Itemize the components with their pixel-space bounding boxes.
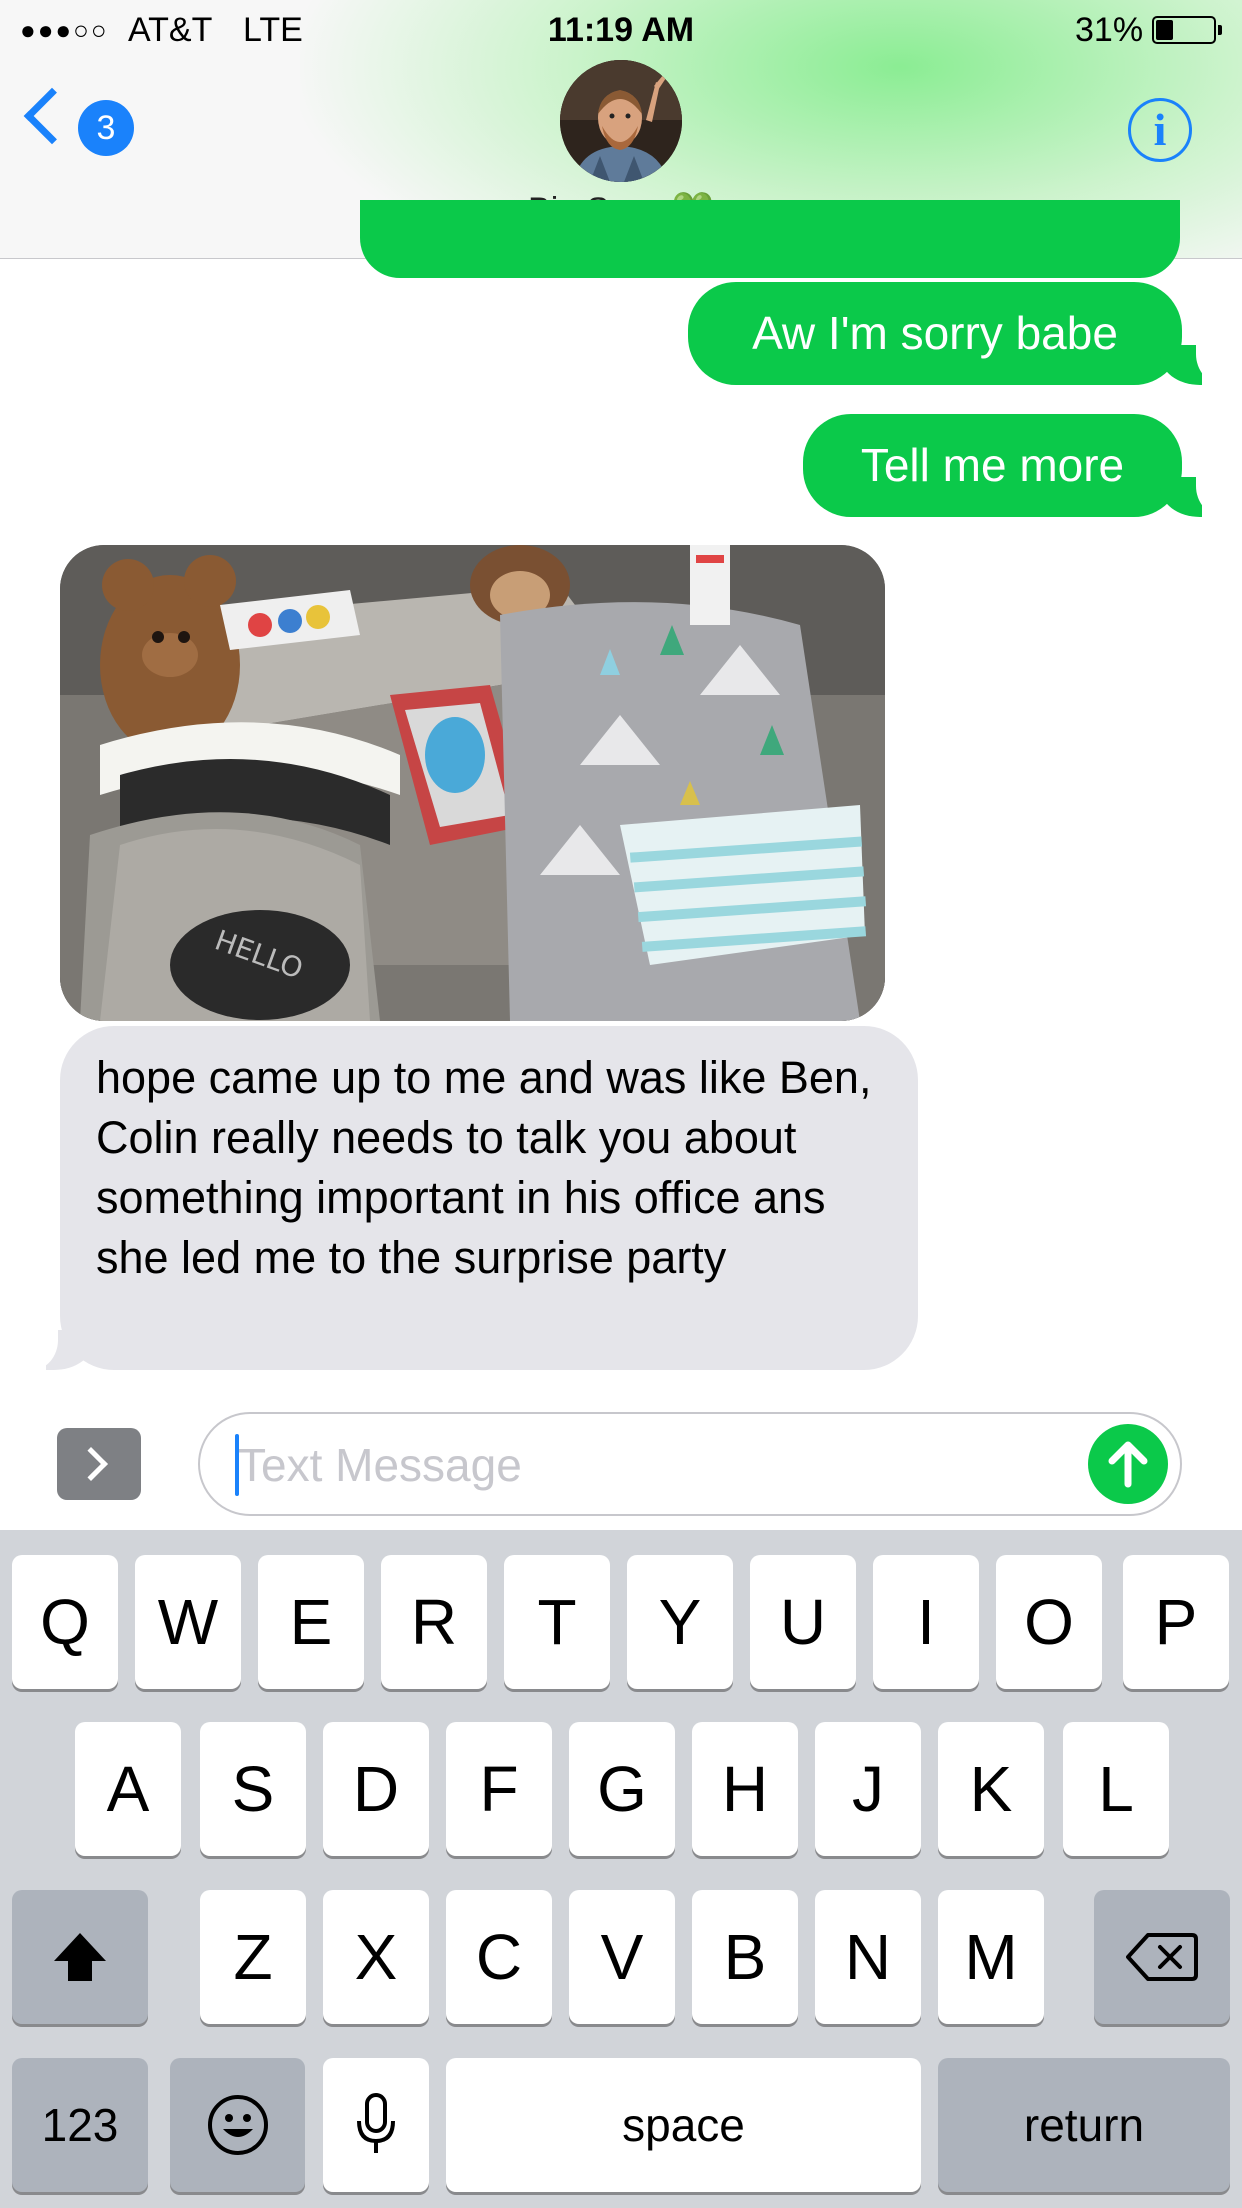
key-q[interactable]: Q — [12, 1555, 118, 1689]
arrow-up-icon — [1108, 1441, 1148, 1488]
shift-arrow-icon — [54, 1933, 106, 1981]
space-key[interactable]: space — [446, 2058, 921, 2192]
backspace-icon — [1126, 1933, 1198, 1981]
key-h[interactable]: H — [692, 1722, 798, 1856]
key-d[interactable]: D — [323, 1722, 429, 1856]
unread-badge: 3 — [78, 100, 134, 156]
key-o[interactable]: O — [996, 1555, 1102, 1689]
key-u[interactable]: U — [750, 1555, 856, 1689]
chevron-right-icon — [74, 1447, 108, 1481]
key-b[interactable]: B — [692, 1890, 798, 2024]
dictation-key[interactable] — [323, 2058, 429, 2192]
emoji-key[interactable] — [170, 2058, 305, 2192]
status-time: 11:19 AM — [547, 11, 695, 49]
key-t[interactable]: T — [504, 1555, 610, 1689]
battery-icon — [1152, 16, 1216, 44]
key-m[interactable]: M — [938, 1890, 1044, 2024]
app-drawer-button[interactable] — [57, 1428, 141, 1500]
message-bubble-partial — [360, 200, 1180, 278]
emoji-smiley-icon — [207, 2095, 268, 2155]
numbers-key[interactable]: 123 — [12, 2058, 148, 2192]
message-bubble-outgoing[interactable]: Tell me more — [803, 414, 1182, 517]
key-i[interactable]: I — [873, 1555, 979, 1689]
send-button[interactable] — [1088, 1424, 1168, 1504]
status-bar: ●●●○○ AT&T LTE 11:19 AM 31% — [0, 0, 1242, 60]
return-key[interactable]: return — [938, 2058, 1230, 2192]
key-j[interactable]: J — [815, 1722, 921, 1856]
key-k[interactable]: K — [938, 1722, 1044, 1856]
key-l[interactable]: L — [1063, 1722, 1169, 1856]
chevron-left-icon — [23, 87, 81, 145]
key-g[interactable]: G — [569, 1722, 675, 1856]
contact-avatar[interactable] — [560, 60, 682, 182]
message-input-placeholder: Text Message — [238, 1439, 522, 1491]
key-p[interactable]: P — [1123, 1555, 1229, 1689]
key-e[interactable]: E — [258, 1555, 364, 1689]
key-x[interactable]: X — [323, 1890, 429, 2024]
shift-key[interactable] — [12, 1890, 148, 2024]
battery-tip — [1218, 25, 1222, 35]
baby-gift-basket-image: HELLO — [60, 545, 885, 1021]
key-a[interactable]: A — [75, 1722, 181, 1856]
message-bubble-incoming[interactable]: hope came up to me and was like Ben, Col… — [60, 1026, 918, 1370]
info-button[interactable]: i — [1128, 98, 1192, 162]
keyboard: Q W E R T Y U I O P A S D F G H J K L Z … — [0, 1530, 1242, 2208]
battery-percent: 31% — [1075, 11, 1144, 49]
key-v[interactable]: V — [569, 1890, 675, 2024]
key-s[interactable]: S — [200, 1722, 306, 1856]
microphone-icon — [357, 2093, 395, 2153]
battery-level — [1156, 20, 1173, 40]
key-y[interactable]: Y — [627, 1555, 733, 1689]
key-n[interactable]: N — [815, 1890, 921, 2024]
delete-key[interactable] — [1094, 1890, 1230, 2024]
avatar-photo — [560, 60, 682, 182]
key-w[interactable]: W — [135, 1555, 241, 1689]
key-z[interactable]: Z — [200, 1890, 306, 2024]
message-photo[interactable]: HELLO — [60, 545, 885, 1021]
key-f[interactable]: F — [446, 1722, 552, 1856]
key-r[interactable]: R — [381, 1555, 487, 1689]
message-bubble-outgoing[interactable]: Aw I'm sorry babe — [688, 282, 1182, 385]
key-c[interactable]: C — [446, 1890, 552, 2024]
